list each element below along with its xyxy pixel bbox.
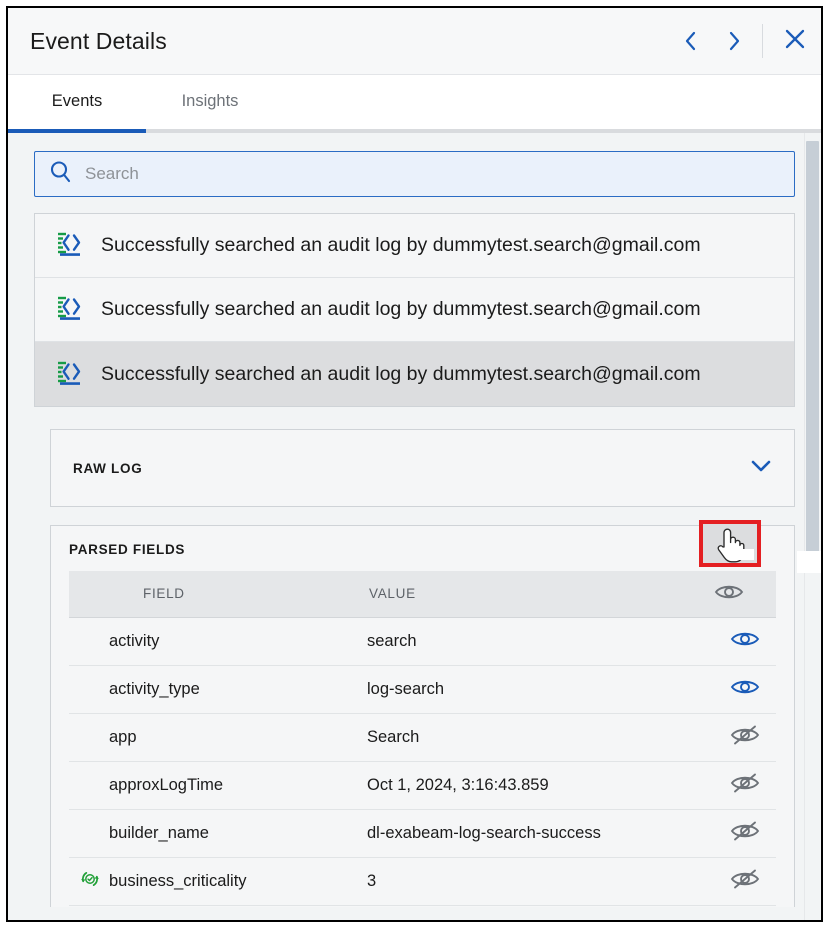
tab-insights-label: Insights [181, 91, 239, 110]
table-row[interactable]: approxLogTime Oct 1, 2024, 3:16:43.859 [69, 761, 776, 810]
row-enrichment-indicator [69, 809, 109, 858]
next-event-button[interactable] [712, 8, 756, 74]
table-header-row: FIELD VALUE [69, 571, 776, 618]
table-row[interactable]: app Search [69, 713, 776, 762]
event-list-item[interactable]: Successfully searched an audit log by du… [35, 214, 794, 278]
header-visibility-toggle[interactable] [714, 571, 776, 618]
titlebar: Event Details [8, 8, 821, 75]
parsed-fields-title: PARSED FIELDS [69, 542, 186, 557]
eye-off-icon [730, 773, 760, 798]
row-field-value: Search [367, 713, 714, 762]
row-field-name: builder_name [109, 809, 367, 858]
table-row[interactable]: activity search [69, 617, 776, 666]
row-enrichment-indicator [69, 665, 109, 714]
row-visibility-toggle[interactable] [714, 857, 776, 906]
scrollbar-notch [797, 551, 821, 573]
previous-event-button[interactable] [668, 8, 712, 74]
row-field-value: dl-exabeam-log-search-success [367, 809, 714, 858]
row-field-value: log-search [367, 665, 714, 714]
eye-off-icon [730, 869, 760, 894]
event-list-item-label: Successfully searched an audit log by du… [101, 362, 701, 385]
table-row[interactable]: activity_type log-search [69, 665, 776, 714]
row-field-name: app [109, 713, 367, 762]
row-enrichment-indicator [69, 857, 109, 906]
toolbar-divider [762, 24, 763, 58]
tab-events-label: Events [51, 91, 103, 110]
row-visibility-toggle[interactable] [714, 713, 776, 762]
parsed-fields-table: FIELD VALUE activity search activity_typ… [69, 571, 776, 906]
parsed-fields-section: PARSED FIELDS FIELD VALUE activity searc… [50, 525, 795, 907]
eye-icon [730, 632, 760, 653]
tabstrip: Events Insights [8, 75, 821, 133]
eye-icon [730, 680, 760, 701]
page-title: Event Details [30, 27, 167, 54]
row-enrichment-indicator [69, 617, 109, 666]
log-code-icon [55, 292, 85, 327]
cursor-nub [736, 549, 754, 560]
row-visibility-toggle[interactable] [714, 665, 776, 714]
vertical-scrollbar-thumb[interactable] [806, 141, 819, 558]
vertical-scrollbar-track[interactable] [797, 133, 821, 920]
search-container[interactable] [34, 151, 795, 197]
eye-off-icon [730, 821, 760, 846]
row-enrichment-indicator [69, 761, 109, 810]
event-list-item-selected[interactable]: Successfully searched an audit log by du… [35, 342, 794, 406]
search-icon [49, 160, 73, 189]
titlebar-actions [668, 8, 821, 74]
row-visibility-toggle[interactable] [714, 617, 776, 666]
table-row[interactable]: business_criticality 3 [69, 857, 776, 906]
chevron-down-icon[interactable] [750, 459, 772, 478]
row-visibility-toggle[interactable] [714, 761, 776, 810]
row-field-name: activity_type [109, 665, 367, 714]
panel-body: Successfully searched an audit log by du… [8, 133, 821, 920]
table-row[interactable]: builder_name dl-exabeam-log-search-succe… [69, 809, 776, 858]
enrichment-refresh-icon [79, 868, 101, 895]
eye-off-icon [730, 725, 760, 750]
row-field-value: search [367, 617, 714, 666]
row-field-value: Oct 1, 2024, 3:16:43.859 [367, 761, 714, 810]
log-code-icon [55, 228, 85, 263]
tab-insights[interactable]: Insights [146, 75, 274, 133]
eye-icon [714, 586, 744, 605]
search-input[interactable] [85, 164, 794, 184]
header-value: VALUE [367, 571, 714, 618]
tab-events[interactable]: Events [8, 75, 146, 133]
event-list-item[interactable]: Successfully searched an audit log by du… [35, 278, 794, 342]
chevron-right-icon [726, 29, 742, 53]
close-icon [784, 28, 806, 55]
raw-log-section[interactable]: RAW LOG [50, 429, 795, 507]
event-list-item-label: Successfully searched an audit log by du… [101, 298, 701, 320]
row-field-value: 3 [367, 857, 714, 906]
event-list: Successfully searched an audit log by du… [34, 213, 795, 407]
header-enrichment-spacer [69, 571, 109, 618]
row-field-name: business_criticality [109, 857, 367, 906]
close-button[interactable] [769, 8, 821, 74]
event-details-panel: Event Details Events Insights Search Suc… [6, 6, 823, 922]
row-visibility-toggle[interactable] [714, 809, 776, 858]
row-field-name: activity [109, 617, 367, 666]
chevron-left-icon [682, 29, 698, 53]
row-field-name: approxLogTime [109, 761, 367, 810]
row-enrichment-indicator [69, 713, 109, 762]
header-field: FIELD [109, 571, 367, 618]
event-list-item-label: Successfully searched an audit log by du… [101, 234, 701, 256]
raw-log-title: RAW LOG [73, 460, 143, 476]
log-code-icon [55, 357, 85, 392]
